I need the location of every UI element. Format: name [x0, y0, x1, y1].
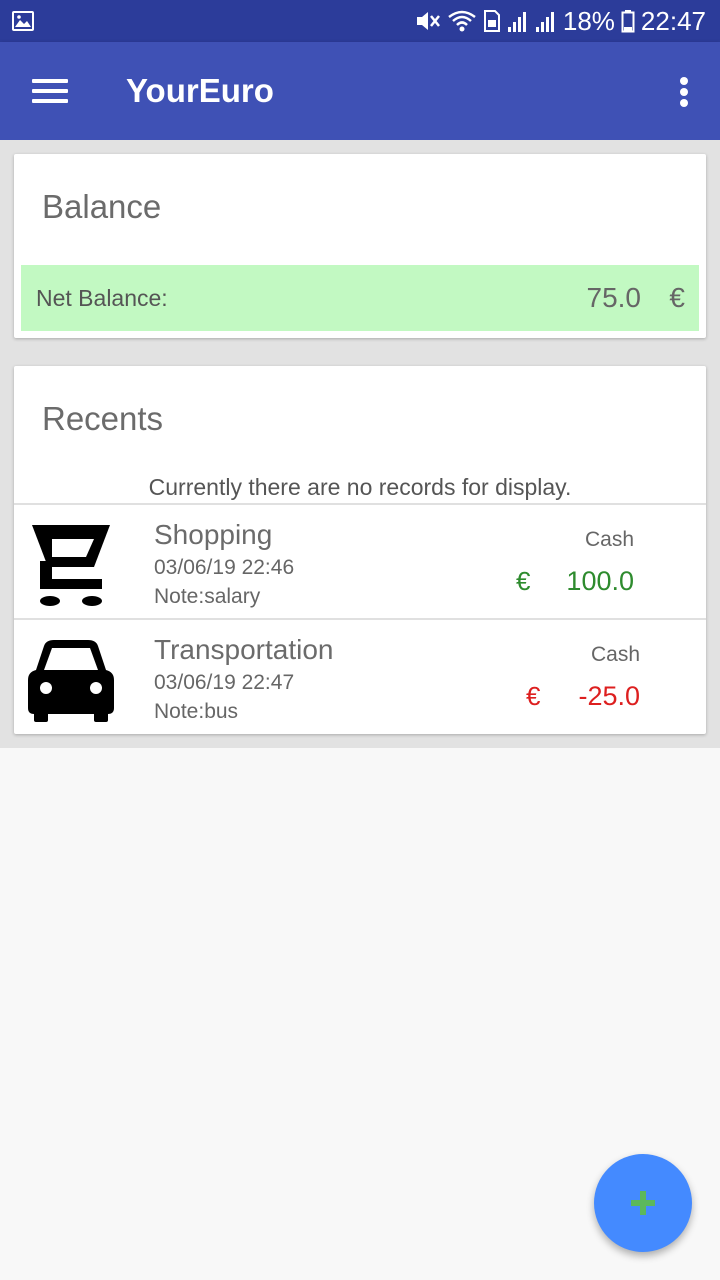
net-balance-row: Net Balance: 75.0 €: [21, 265, 699, 331]
net-balance-currency: €: [669, 282, 685, 313]
app-title: YourEuro: [126, 72, 274, 109]
balance-card: Balance Net Balance: 75.0 €: [14, 154, 706, 338]
wifi-icon: [448, 10, 476, 32]
gallery-icon: [12, 11, 34, 31]
signal-icon: [507, 12, 526, 32]
recents-title: Recents: [42, 400, 164, 437]
balance-title: Balance: [42, 188, 162, 225]
hamburger-menu-icon[interactable]: [30, 74, 70, 108]
battery-icon: [621, 10, 635, 33]
record-item-transportation[interactable]: Transportation 03/06/19 22:47 Note:bus C…: [14, 618, 706, 733]
recents-card: Recents Currently there are no records f…: [14, 366, 706, 734]
net-balance-value: 75.0: [586, 282, 642, 313]
battery-percent: 18%: [562, 5, 615, 36]
record-item-shopping[interactable]: Shopping 03/06/19 22:46 Note:salary Cash…: [14, 503, 706, 618]
more-vert-icon[interactable]: [674, 72, 694, 112]
record-category: Shopping: [154, 519, 273, 550]
record-note: Note:salary: [154, 585, 261, 608]
record-account: Cash: [584, 528, 634, 551]
record-datetime: 03/06/19 22:46: [154, 556, 295, 579]
record-category: Transportation: [154, 634, 334, 665]
status-bar: 18% 22:47: [0, 0, 720, 42]
mute-icon: [416, 12, 440, 30]
record-currency: €: [526, 681, 541, 711]
record-note: Note:bus: [154, 700, 239, 723]
signal-roaming-icon: [535, 12, 554, 32]
shopping-cart-icon: [32, 525, 110, 606]
add-icon: [631, 1191, 655, 1215]
record-currency: €: [516, 566, 531, 596]
record-amount: 100.0: [566, 566, 634, 596]
record-datetime: 03/06/19 22:47: [154, 671, 295, 694]
add-record-button[interactable]: [594, 1154, 692, 1252]
car-icon: [28, 640, 114, 722]
app-bar: YourEuro: [0, 42, 720, 140]
empty-records-message: Currently there are no records for displ…: [148, 474, 572, 500]
record-amount: -25.0: [578, 681, 640, 711]
sim-icon: [483, 10, 500, 32]
net-balance-label: Net Balance:: [36, 285, 168, 311]
record-account: Cash: [590, 643, 640, 666]
clock: 22:47: [640, 5, 706, 36]
